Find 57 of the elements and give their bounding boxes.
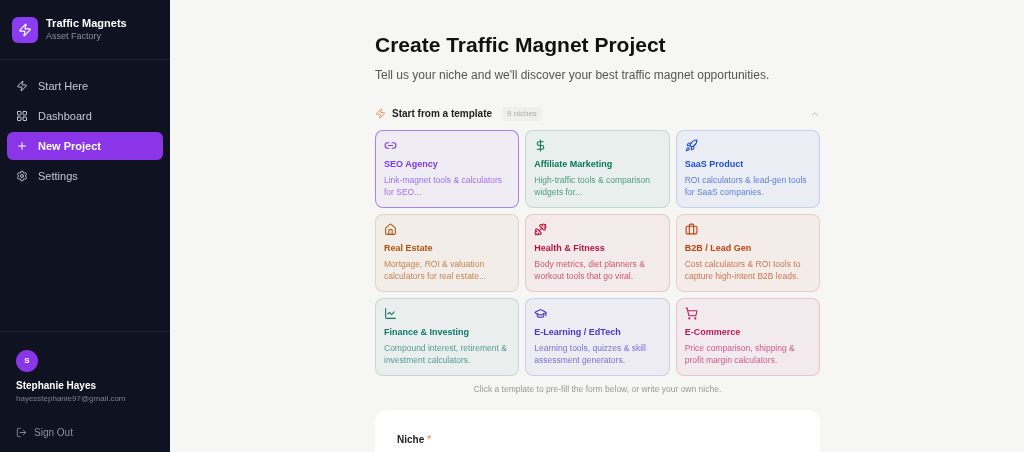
template-card[interactable]: SEO Agency Link-magnet tools & calculators for SEO... — [375, 130, 520, 209]
bolt-icon — [16, 80, 28, 92]
template-description: Compound interest, retirement & investment calculators. — [384, 341, 508, 366]
template-title: SEO Agency — [384, 158, 439, 172]
sign-out-icon — [16, 427, 27, 438]
template-card[interactable]: Real Estate Mortgage, ROI & valuation calculators for real estate... — [375, 214, 520, 293]
template-card[interactable]: Health & Fitness Body metrics, diet planners & workout tools that go viral. — [525, 214, 670, 293]
brand-tagline: Asset Factory — [46, 30, 102, 42]
user-name: Stephanie Hayes — [16, 379, 98, 393]
template-description: Link-magnet tools & calculators for SEO... — [384, 173, 504, 198]
cart-icon — [684, 307, 698, 321]
template-title: Real Estate — [384, 242, 434, 256]
template-description: Body metrics, diet planners & workout tools that go viral. — [534, 257, 646, 282]
template-hint: Click a template to pre-fill the form below, or write your own niche. — [472, 383, 723, 396]
template-description: Price comparison, shipping & profit margin calculators. — [684, 341, 796, 366]
required-mark: * — [427, 433, 432, 447]
logo-icon — [12, 16, 38, 43]
brand-name: Traffic Magnets — [46, 17, 127, 31]
bolt-icon — [375, 108, 386, 120]
template-card[interactable]: Finance & Investing Compound interest, retirement & investment calculators. — [375, 298, 520, 377]
template-card[interactable]: E-Commerce Price comparison, shipping & profit margin calculators. — [675, 298, 820, 377]
plus-icon — [16, 140, 28, 152]
template-description: Cost calculators & ROI tools to capture high-intent B2B leads. — [684, 257, 802, 282]
briefcase-icon — [684, 223, 698, 237]
settings-icon — [16, 170, 28, 182]
rocket-icon — [684, 139, 698, 153]
grid-icon — [16, 110, 28, 122]
template-card[interactable]: E-Learning / EdTech Learning tools, quizzes & skill assessment generators. — [525, 298, 670, 377]
template-title: Affiliate Marketing — [534, 158, 614, 172]
template-title: E-Commerce — [684, 326, 742, 340]
page-subtitle: Tell us your niche and we'll discover your best traffic magnet opportunities. — [375, 67, 771, 85]
template-card[interactable]: SaaS Product ROI calculators & lead-gen tools for SaaS companies. — [675, 130, 820, 209]
user-email: hayesstephanie97@gmail.com — [16, 393, 127, 405]
page-title: Create Traffic Magnet Project — [375, 32, 667, 58]
template-description: Learning tools, quizzes & skill assessment generators. — [534, 341, 647, 366]
niche-label: Niche — [397, 433, 425, 447]
template-description: High-traffic tools & comparison widgets for... — [534, 173, 651, 198]
nav-item[interactable]: Dashboard — [7, 102, 163, 130]
dumbbell-icon — [534, 223, 548, 237]
template-title: E-Learning / EdTech — [534, 326, 622, 340]
chart-icon — [384, 307, 397, 321]
nav-item[interactable]: Start Here — [7, 72, 163, 100]
template-card[interactable]: B2B / Lead Gen Cost calculators & ROI tools to capture high-intent B2B leads. — [675, 214, 820, 293]
graduation-cap-icon — [534, 307, 548, 321]
template-description: Mortgage, ROI & valuation calculators for real estate... — [384, 257, 488, 282]
template-description: ROI calculators & lead-gen tools for SaaS companies. — [684, 173, 808, 198]
sign-out-button[interactable]: Sign Out — [16, 425, 154, 440]
user-avatar: S — [16, 350, 38, 372]
template-card[interactable]: Affiliate Marketing High-traffic tools & comparison widgets for... — [525, 130, 670, 209]
house-icon — [384, 223, 397, 237]
template-title: SaaS Product — [684, 158, 745, 172]
nav-item[interactable]: New Project — [7, 132, 163, 160]
template-title: Health & Fitness — [534, 242, 606, 256]
nav-item[interactable]: Settings — [7, 162, 163, 190]
template-title: B2B / Lead Gen — [684, 242, 753, 256]
templates-heading: Start from a template — [392, 107, 493, 122]
template-title: Finance & Investing — [384, 326, 471, 340]
